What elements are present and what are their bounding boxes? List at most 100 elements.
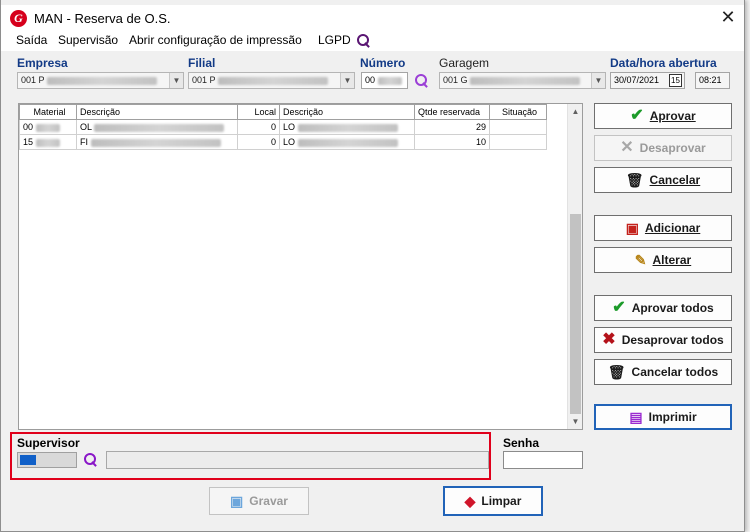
limpar-label: Limpar (481, 494, 522, 508)
supervisor-search-icon[interactable] (84, 453, 98, 467)
hora-abertura-field[interactable]: 08:21 (695, 72, 730, 89)
redacted-text (35, 138, 60, 147)
senha-label: Senha (503, 436, 540, 450)
chevron-down-icon[interactable]: ▼ (169, 73, 183, 88)
col-situacao[interactable]: Situação (489, 104, 547, 120)
desaprovar-label: Desaprovar (639, 141, 706, 155)
cell-situacao[interactable] (489, 119, 547, 135)
cell-descricao[interactable]: OL (76, 119, 238, 135)
cell-material-value: 00 (23, 122, 34, 132)
close-button[interactable]: ✕ (713, 5, 743, 31)
cell-descricao-local[interactable]: LO (279, 134, 415, 150)
x-icon: ✕ (620, 139, 634, 156)
numero-search-icon[interactable] (415, 74, 429, 88)
desaprovar-button[interactable]: ✕ Desaprovar (594, 135, 732, 161)
cell-material-value: 15 (23, 137, 34, 147)
table-header-row: Material Descrição Local Descrição Qtde … (19, 104, 547, 120)
check-icon: ✔ (612, 299, 626, 316)
alterar-button[interactable]: ✎ Alterar (594, 247, 732, 273)
redacted-text (90, 138, 221, 147)
cancelar-todos-button[interactable]: 🗑 Cancelar todos (594, 359, 732, 385)
eraser-icon: ◆ (464, 493, 476, 509)
filial-redacted (217, 76, 328, 85)
cell-descricao-value: OL (80, 122, 92, 132)
cell-qtde[interactable]: 10 (414, 134, 490, 150)
garagem-combo[interactable]: 001 G ▼ (439, 72, 606, 89)
x-icon: ✖ (602, 331, 616, 348)
cell-material[interactable]: 00 (19, 119, 77, 135)
reserva-table: Material Descrição Local Descrição Qtde … (18, 103, 583, 430)
adicionar-button[interactable]: ▣ Adicionar (594, 215, 732, 241)
cell-descricao-value: FI (80, 137, 88, 147)
cell-situacao[interactable] (489, 134, 547, 150)
text-selection (20, 455, 36, 465)
col-material[interactable]: Material (19, 104, 77, 120)
window-title: MAN - Reserva de O.S. (34, 11, 171, 26)
numero-label: Número (360, 56, 406, 70)
table-row[interactable]: 00 OL 0 LO 29 (19, 119, 547, 135)
supervisor-code-field[interactable] (17, 452, 77, 468)
alterar-label: Alterar (652, 253, 692, 267)
redacted-text (297, 123, 398, 132)
menu-supervisao[interactable]: Supervisão (58, 33, 118, 47)
imprimir-button[interactable]: ▤ Imprimir (594, 404, 732, 430)
calendar-icon[interactable]: 15 (669, 74, 682, 87)
cell-descricao[interactable]: FI (76, 134, 238, 150)
cancelar-todos-label: Cancelar todos (631, 365, 719, 379)
filial-combo[interactable]: 001 P ▼ (188, 72, 355, 89)
aprovar-todos-button[interactable]: ✔ Aprovar todos (594, 295, 732, 321)
dialog-window: G MAN - Reserva de O.S. ✕ Saída Supervis… (0, 0, 745, 532)
printer-icon: ▤ (629, 409, 643, 425)
limpar-button[interactable]: ◆ Limpar (443, 486, 543, 516)
col-descricao[interactable]: Descrição (76, 104, 238, 120)
cancelar-label: Cancelar (649, 173, 701, 187)
cell-descricao-local-value: LO (283, 137, 296, 147)
edit-pencil-icon: ✎ (634, 252, 647, 268)
cell-local[interactable]: 0 (237, 119, 280, 135)
desaprovar-todos-button[interactable]: ✖ Desaprovar todos (594, 327, 732, 353)
col-local[interactable]: Local (237, 104, 280, 120)
col-descricao-local[interactable]: Descrição (279, 104, 415, 120)
cancelar-button[interactable]: 🗑 Cancelar (594, 167, 732, 193)
menu-lgpd[interactable]: LGPD (318, 33, 351, 47)
scroll-up-icon[interactable]: ▲ (568, 104, 583, 119)
empresa-redacted (46, 76, 157, 85)
numero-field[interactable]: 00 (361, 72, 408, 89)
supervisor-label: Supervisor (17, 436, 80, 450)
add-document-icon: ▣ (625, 220, 639, 236)
empresa-combo[interactable]: 001 P ▼ (17, 72, 184, 89)
col-qtde-reservada[interactable]: Qtde reservada (414, 104, 490, 120)
cell-descricao-local-value: LO (283, 122, 296, 132)
lgpd-search-icon[interactable] (357, 34, 371, 48)
scroll-thumb[interactable] (570, 214, 581, 414)
trash-icon: 🗑 (607, 364, 626, 380)
table-row[interactable]: 15 FI 0 LO 10 (19, 134, 547, 150)
supervisor-name-field (106, 451, 489, 469)
menu-abrir-configuracao-impressao[interactable]: Abrir configuração de impressão (129, 33, 302, 47)
vertical-scrollbar[interactable]: ▲ ▼ (567, 104, 582, 429)
cell-material[interactable]: 15 (19, 134, 77, 150)
title-bar: G MAN - Reserva de O.S. ✕ (1, 5, 744, 31)
filial-value: 001 P (192, 75, 216, 85)
cell-qtde[interactable]: 29 (414, 119, 490, 135)
aprovar-label: Aprovar (649, 109, 696, 123)
senha-password-field[interactable] (503, 451, 583, 469)
redacted-text (297, 138, 398, 147)
garagem-redacted (470, 76, 581, 85)
check-icon: ✔ (630, 107, 644, 124)
chevron-down-icon[interactable]: ▼ (340, 73, 354, 88)
chevron-down-icon[interactable]: ▼ (591, 73, 605, 88)
data-abertura-field[interactable]: 30/07/2021 15 (610, 72, 685, 89)
cell-descricao-local[interactable]: LO (279, 119, 415, 135)
garagem-label: Garagem (439, 56, 490, 70)
data-abertura-value: 30/07/2021 (614, 75, 660, 85)
cell-local[interactable]: 0 (237, 134, 280, 150)
menu-saida[interactable]: Saída (16, 33, 47, 47)
aprovar-button[interactable]: ✔ Aprovar (594, 103, 732, 129)
scroll-down-icon[interactable]: ▼ (568, 414, 583, 429)
gravar-button[interactable]: ▣ Gravar (209, 487, 309, 515)
desaprovar-todos-label: Desaprovar todos (621, 333, 724, 347)
menu-bar: Saída Supervisão Abrir configuração de i… (1, 31, 744, 51)
redacted-text (94, 123, 225, 132)
save-disk-icon: ▣ (230, 493, 244, 509)
